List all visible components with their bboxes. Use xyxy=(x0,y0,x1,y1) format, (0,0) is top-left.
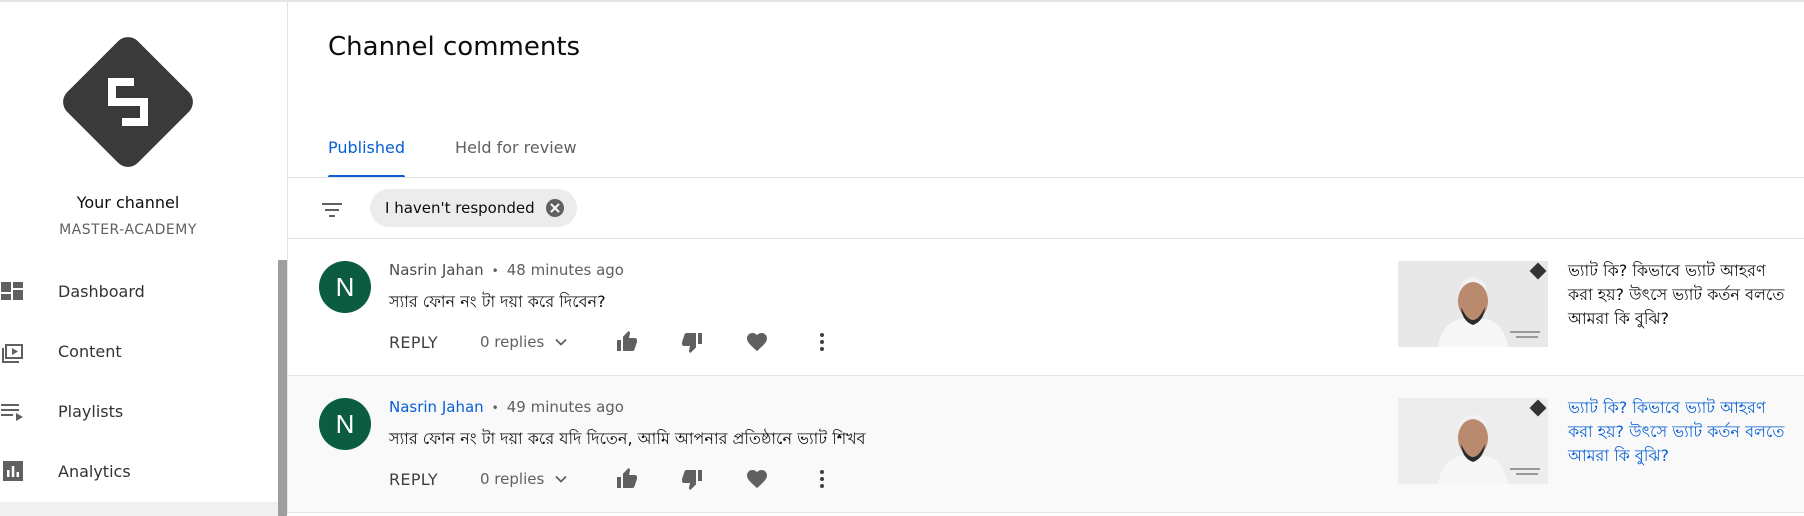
dislike-button[interactable] xyxy=(680,467,704,491)
comment-author[interactable]: Nasrin Jahan xyxy=(389,261,484,279)
replies-toggle[interactable]: 0 replies xyxy=(480,470,615,488)
like-button[interactable] xyxy=(615,330,639,354)
comment-meta: Nasrin Jahan • 48 minutes ago xyxy=(389,261,624,279)
close-icon[interactable] xyxy=(545,198,565,218)
more-vert-icon xyxy=(820,470,824,488)
comment-row: N Nasrin Jahan • 48 minutes ago স্যার ফোন … xyxy=(288,239,1804,376)
dislike-button[interactable] xyxy=(680,330,704,354)
filter-icon[interactable] xyxy=(320,198,344,222)
more-options-button[interactable] xyxy=(810,467,834,491)
channel-title: Your channel xyxy=(76,193,180,212)
thumbs-up-icon xyxy=(617,331,637,351)
sidebar-nav: Dashboard Content Playlists Analytics xyxy=(0,261,280,501)
comment-row: N Nasrin Jahan • 49 minutes ago স্যার ফোন … xyxy=(288,376,1804,513)
comment-text: স্যার ফোন নং টা দয়া করে যদি দিতেন, আমি … xyxy=(389,429,866,448)
more-options-button[interactable] xyxy=(810,330,834,354)
reply-button[interactable]: REPLY xyxy=(389,470,480,489)
filter-bar: I haven't responded xyxy=(288,178,1804,239)
main-panel: Channel comments Published Held for revi… xyxy=(288,2,1804,514)
thumbs-up-icon xyxy=(617,468,637,488)
filter-chip[interactable]: I haven't responded xyxy=(370,189,577,227)
channel-logo[interactable] xyxy=(56,30,200,174)
sidebar-item-label: Analytics xyxy=(58,461,131,481)
tab-held-for-review[interactable]: Held for review xyxy=(455,138,577,178)
chevron-down-icon xyxy=(555,338,567,346)
separator-dot: • xyxy=(491,401,499,415)
sidebar-item-analytics[interactable]: Analytics xyxy=(0,441,280,501)
reply-button[interactable]: REPLY xyxy=(389,333,480,352)
tab-published[interactable]: Published xyxy=(328,138,406,178)
playlists-icon xyxy=(0,398,26,424)
heart-button[interactable] xyxy=(745,330,769,354)
replies-count: 0 replies xyxy=(480,470,545,488)
avatar[interactable]: N xyxy=(319,261,371,313)
comment-actions: REPLY 0 replies xyxy=(389,461,875,497)
thumbs-down-icon xyxy=(682,470,702,490)
sidebar-item-label: Content xyxy=(58,341,122,361)
thumbs-down-icon xyxy=(682,333,702,353)
sidebar-item-content[interactable]: Content xyxy=(0,321,280,381)
analytics-icon xyxy=(0,458,26,484)
comment-time[interactable]: 48 minutes ago xyxy=(507,261,624,279)
page-title: Channel comments xyxy=(328,32,581,62)
comment-meta: Nasrin Jahan • 49 minutes ago xyxy=(389,398,624,416)
channel-handle: MASTER-ACADEMY xyxy=(59,222,197,238)
video-title[interactable]: ভ্যাট কি? কিভাবে ভ্যাট আহরণ করা হয়? উৎস… xyxy=(1568,396,1793,468)
heart-icon xyxy=(747,470,767,488)
replies-toggle[interactable]: 0 replies xyxy=(480,333,615,351)
replies-count: 0 replies xyxy=(480,333,545,351)
like-button[interactable] xyxy=(615,467,639,491)
comment-actions: REPLY 0 replies xyxy=(389,324,875,360)
video-thumbnail[interactable] xyxy=(1398,398,1548,484)
more-vert-icon xyxy=(820,333,824,351)
video-title[interactable]: ভ্যাট কি? কিভাবে ভ্যাট আহরণ করা হয়? উৎস… xyxy=(1568,259,1793,331)
heart-button[interactable] xyxy=(745,467,769,491)
comment-text: স্যার ফোন নং টা দয়া করে দিবেন? xyxy=(389,292,606,311)
comment-time[interactable]: 49 minutes ago xyxy=(507,398,624,416)
sidebar-item-dashboard[interactable]: Dashboard xyxy=(0,261,280,321)
video-thumbnail[interactable] xyxy=(1398,261,1548,347)
content-icon xyxy=(0,338,26,364)
heart-icon xyxy=(747,333,767,351)
chevron-down-icon xyxy=(555,475,567,483)
tab-bar: Published Held for review xyxy=(328,138,627,178)
avatar[interactable]: N xyxy=(319,398,371,450)
dashboard-icon xyxy=(0,278,26,304)
comment-author[interactable]: Nasrin Jahan xyxy=(389,398,484,416)
sidebar-scrollbar[interactable] xyxy=(278,260,287,516)
sidebar-item-playlists[interactable]: Playlists xyxy=(0,381,280,441)
separator-dot: • xyxy=(491,264,499,278)
sidebar-item-label: Playlists xyxy=(58,401,124,421)
sidebar: Your channel MASTER-ACADEMY Dashboard Co… xyxy=(0,2,288,516)
sidebar-item-label: Dashboard xyxy=(58,281,145,301)
filter-chip-label: I haven't responded xyxy=(385,199,535,217)
